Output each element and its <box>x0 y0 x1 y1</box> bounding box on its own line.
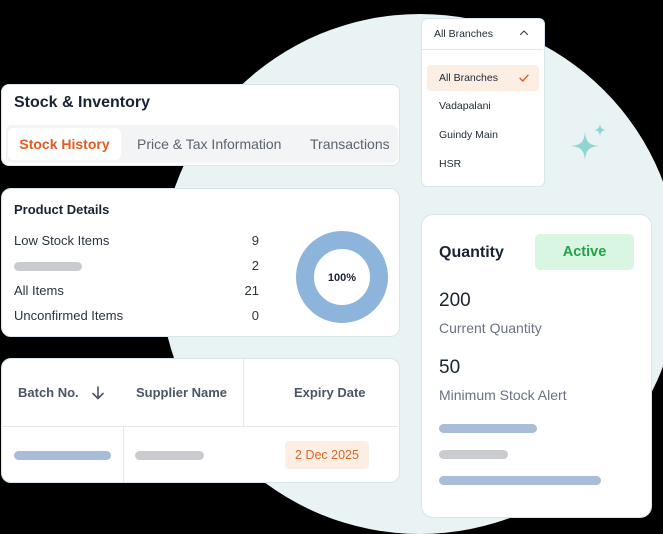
quantity-card: Quantity Active 200 Current Quantity 50 … <box>421 214 652 518</box>
stat-row: 2 <box>14 258 259 274</box>
divider <box>123 426 124 482</box>
donut-chart: 100% <box>296 231 388 323</box>
product-details-card: Product Details Low Stock Items 9 2 All … <box>1 188 400 337</box>
check-icon <box>519 74 529 82</box>
supplier-placeholder-bar <box>135 451 204 460</box>
batch-table-card: Batch No. Supplier Name Expiry Date 2 De… <box>1 358 400 483</box>
stat-label: All Items <box>14 283 64 298</box>
stat-row: Low Stock Items 9 <box>14 233 259 249</box>
stat-label: Unconfirmed Items <box>14 308 124 323</box>
min-stock-label: Minimum Stock Alert <box>439 387 567 403</box>
placeholder-bar <box>439 424 537 433</box>
placeholder-bar <box>439 476 601 485</box>
sort-down-icon[interactable] <box>90 385 106 401</box>
option-label: All Branches <box>439 72 498 84</box>
page-title: Stock & Inventory <box>14 94 151 111</box>
current-quantity-value: 200 <box>439 290 471 311</box>
stat-value: 21 <box>244 283 259 298</box>
tab-transactions[interactable]: Transactions <box>310 125 390 163</box>
tab-price-tax[interactable]: Price & Tax Information <box>137 125 281 163</box>
expiry-date-badge: 2 Dec 2025 <box>285 441 369 469</box>
stat-value: 9 <box>251 233 259 248</box>
stat-row: Unconfirmed Items 0 <box>14 308 259 324</box>
branch-dropdown: All Branches All Branches Vadapalani Gui… <box>421 18 545 187</box>
stat-value: 0 <box>251 308 259 323</box>
placeholder-bar <box>439 450 508 459</box>
divider <box>243 359 244 426</box>
chevron-up-icon <box>519 30 529 36</box>
status-badge: Active <box>535 234 634 270</box>
product-details-title: Product Details <box>14 202 110 217</box>
column-header-batch[interactable]: Batch No. <box>18 385 104 400</box>
branch-option-all[interactable]: All Branches <box>427 65 539 91</box>
stat-label: Low Stock Items <box>14 233 110 248</box>
column-header-label: Batch No. <box>18 385 79 400</box>
sparkle-icon <box>571 124 606 160</box>
divider <box>2 426 398 427</box>
min-stock-value: 50 <box>439 357 461 378</box>
stat-value: 2 <box>251 258 259 273</box>
tab-stock-history[interactable]: Stock History <box>8 128 121 160</box>
donut-label: 100% <box>328 272 356 284</box>
branch-option-vadapalani[interactable]: Vadapalani <box>427 93 539 119</box>
current-quantity-label: Current Quantity <box>439 320 542 336</box>
tab-bar: Stock History Price & Tax Information Tr… <box>6 125 398 163</box>
branch-option-guindy[interactable]: Guindy Main <box>427 122 539 148</box>
placeholder-bar <box>14 262 82 271</box>
branch-option-hsr[interactable]: HSR <box>427 151 539 177</box>
column-header-expiry[interactable]: Expiry Date <box>294 385 366 400</box>
stat-row: All Items 21 <box>14 283 259 299</box>
branch-select-value: All Branches <box>434 28 493 40</box>
branch-select[interactable]: All Branches <box>422 19 543 50</box>
column-header-supplier[interactable]: Supplier Name <box>136 385 227 400</box>
batch-placeholder-bar <box>14 451 111 460</box>
quantity-title: Quantity <box>439 244 504 261</box>
stock-inventory-card: Stock & Inventory Stock History Price & … <box>1 84 400 166</box>
